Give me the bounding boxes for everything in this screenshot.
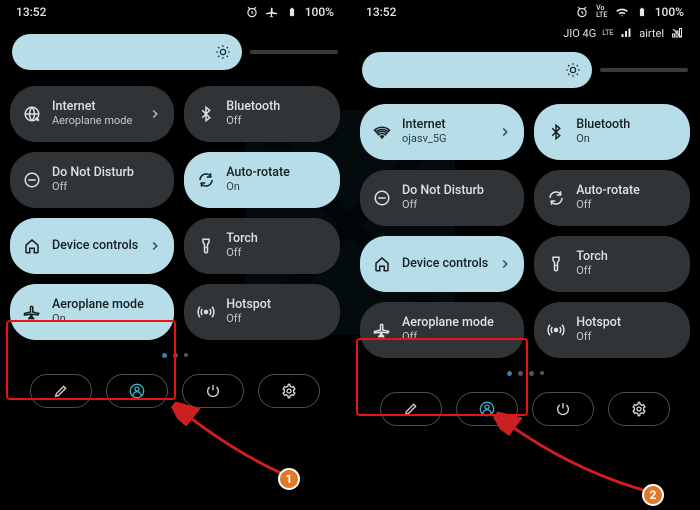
screen-left: 13:52 100% InternetAeroplane modeBluetoo… (0, 0, 350, 510)
annotation-badge: 2 (642, 484, 664, 506)
screen-right: 13:52 VoLTE 100% JIO 4G LTE airtel Inter… (350, 0, 700, 510)
annotation-arrow (0, 0, 350, 510)
annotation-arrow (350, 0, 700, 510)
annotation-badge: 1 (278, 468, 300, 490)
